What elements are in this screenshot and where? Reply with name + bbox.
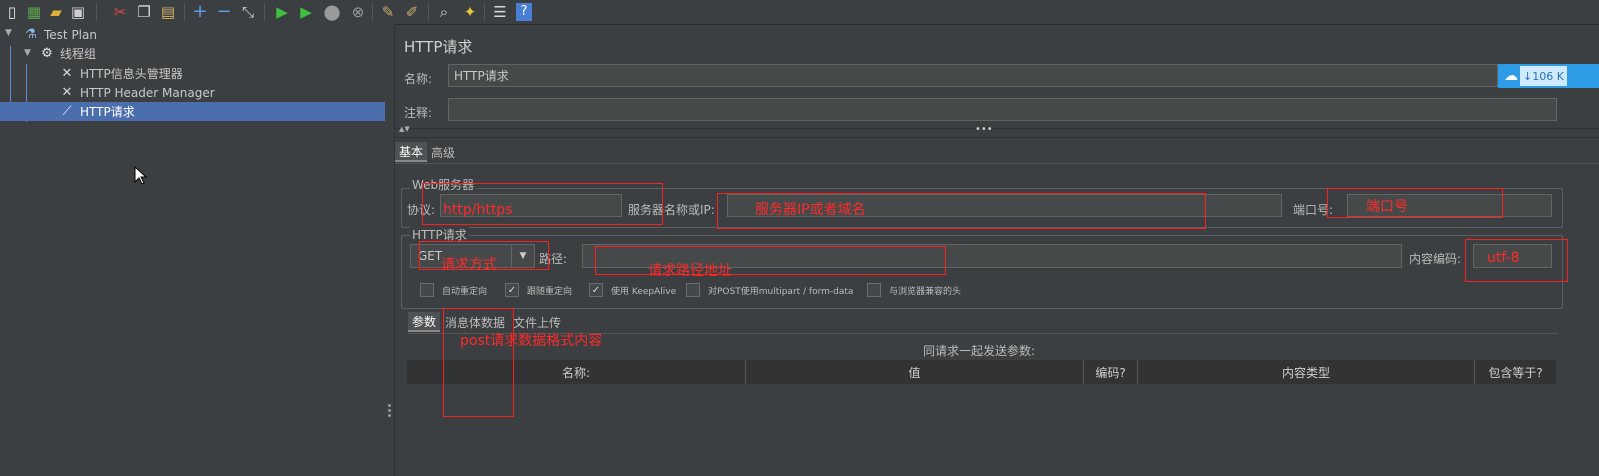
cut-icon[interactable]: ✂ [110, 2, 130, 22]
checkbox-browser-headers[interactable]: 与浏览器兼容的头 [867, 283, 961, 297]
collapse-arrow-icon[interactable]: ▼ [5, 28, 12, 38]
flask-icon: ⚗ [25, 27, 37, 42]
wrench-icon: ✕ [61, 85, 73, 100]
annotation-protocol: http/https [443, 202, 513, 218]
templates-icon[interactable]: ▦ [24, 2, 44, 22]
column-encode[interactable]: 编码? [1084, 360, 1138, 384]
clear-all-icon[interactable]: ✐ [402, 2, 422, 22]
toggle-icon[interactable]: ⤡ [238, 2, 258, 22]
open-icon[interactable]: ▰ [46, 2, 66, 22]
horizontal-splitter[interactable]: ▲▼ ••• [395, 124, 1599, 138]
checkbox-box[interactable] [420, 283, 434, 297]
tree-node-http-request[interactable]: ⟋ HTTP请求 [0, 102, 385, 121]
name-field[interactable]: HTTP请求 [448, 64, 1498, 87]
tree-node-label: HTTP请求 [80, 105, 135, 119]
comment-label: 注释: [404, 106, 433, 120]
annotation-box-port [1327, 188, 1503, 218]
tree-node-header-manager-cn[interactable]: ✕ HTTP信息头管理器 [58, 64, 183, 83]
checkbox-multipart[interactable]: 对POST使用multipart / form-data [686, 283, 853, 297]
tab-parameters[interactable]: 参数 [408, 312, 441, 332]
parameters-table-header: 名称: 值 编码? 内容类型 包含等于? [407, 360, 1556, 384]
reset-search-icon[interactable]: ✦ [460, 2, 480, 22]
checkbox-box[interactable] [867, 283, 881, 297]
tree-node-label: 线程组 [60, 47, 97, 61]
wrench-icon: ✕ [61, 66, 73, 81]
annotation-box-body [443, 308, 514, 417]
collapse-arrow-icon[interactable]: ▼ [24, 48, 31, 58]
annotation-path: 请求路径地址 [648, 263, 732, 279]
annotation-method: 请求方式 [441, 257, 497, 273]
clear-icon[interactable]: ✎ [378, 2, 398, 22]
annotation-port: 端口号 [1366, 199, 1408, 215]
tree-node-header-manager[interactable]: ✕ HTTP Header Manager [58, 83, 215, 102]
gear-icon: ⚙ [41, 46, 53, 61]
mouse-cursor-icon [134, 166, 148, 185]
paste-icon[interactable]: ▤ [158, 2, 178, 22]
http-request-panel: HTTP请求 名称: HTTP请求 ☁ ↓106 K 注释: ▲▼ ••• 基本… [395, 24, 1599, 476]
tree-node-label: Test Plan [44, 27, 97, 42]
tree-node-thread-group[interactable]: ⚙ 线程组 [38, 44, 96, 63]
save-icon[interactable]: ▣ [68, 2, 88, 22]
tab-basic[interactable]: 基本 [395, 142, 428, 162]
name-label: 名称: [404, 72, 433, 86]
tab-file-upload[interactable]: 文件上传 [509, 312, 565, 332]
tree-guide-line [10, 46, 11, 106]
start-no-pause-icon[interactable]: ▶ [296, 2, 316, 22]
grip-icon: ••• [975, 124, 993, 135]
stop-icon[interactable]: ⬤ [322, 2, 342, 22]
new-icon[interactable]: ▯ [2, 2, 22, 22]
start-icon[interactable]: ▶ [272, 2, 292, 22]
checkbox-auto-redirect[interactable]: 自动重定向 [420, 283, 487, 297]
help-icon[interactable]: ? [516, 3, 532, 21]
arrows-icon: ▲▼ [399, 125, 410, 133]
function-helper-icon[interactable]: ☰ [490, 2, 510, 22]
baidu-netdisk-overlay[interactable]: ☁ ↓106 K [1498, 64, 1599, 88]
tree-node-test-plan[interactable]: ⚗ Test Plan [22, 25, 97, 44]
column-include-equals[interactable]: 包含等于? [1475, 360, 1556, 384]
collapse-icon[interactable]: − [214, 2, 234, 22]
encoding-label: 内容编码: [1409, 252, 1462, 266]
checkmark-icon[interactable]: ✓ [505, 283, 519, 297]
annotation-encoding: utf-8 [1487, 250, 1520, 266]
tree-node-label: HTTP Header Manager [80, 85, 215, 100]
test-plan-tree: ▼ ⚗ Test Plan ▼ ⚙ 线程组 ✕ HTTP信息头管理器 ✕ HTT… [0, 24, 386, 476]
checkbox-follow-redirect[interactable]: ✓ 跟随重定向 [505, 283, 572, 297]
annotation-body: post请求数据格式内容 [460, 333, 603, 349]
comment-field[interactable] [448, 98, 1557, 121]
annotation-server: 服务器IP或者域名 [755, 202, 866, 218]
vertical-splitter[interactable] [385, 24, 395, 476]
expand-icon[interactable]: + [190, 2, 210, 22]
shutdown-icon[interactable]: ⊗ [348, 2, 368, 22]
toolbar: ▯ ▦ ▰ ▣ ✂ ❐ ▤ + − ⤡ ▶ ▶ ⬤ ⊗ ✎ ✐ ⌕ ✦ ☰ ? [0, 0, 1599, 25]
column-content-type[interactable]: 内容类型 [1138, 360, 1475, 384]
copy-icon[interactable]: ❐ [134, 2, 154, 22]
download-speed: ↓106 K [1520, 66, 1567, 86]
tab-advanced[interactable]: 高级 [427, 142, 459, 162]
cloud-icon: ☁ [1504, 68, 1518, 84]
column-value[interactable]: 值 [746, 360, 1084, 384]
pipette-icon: ⟋ [62, 104, 72, 119]
checkbox-box[interactable] [686, 283, 700, 297]
search-icon[interactable]: ⌕ [434, 2, 454, 22]
tree-node-label: HTTP信息头管理器 [80, 67, 183, 81]
page-title: HTTP请求 [404, 38, 473, 56]
checkbox-keepalive[interactable]: ✓ 使用 KeepAlive [589, 283, 676, 297]
checkmark-icon[interactable]: ✓ [589, 283, 603, 297]
send-params-label: 同请求一起发送参数: [923, 344, 1036, 358]
